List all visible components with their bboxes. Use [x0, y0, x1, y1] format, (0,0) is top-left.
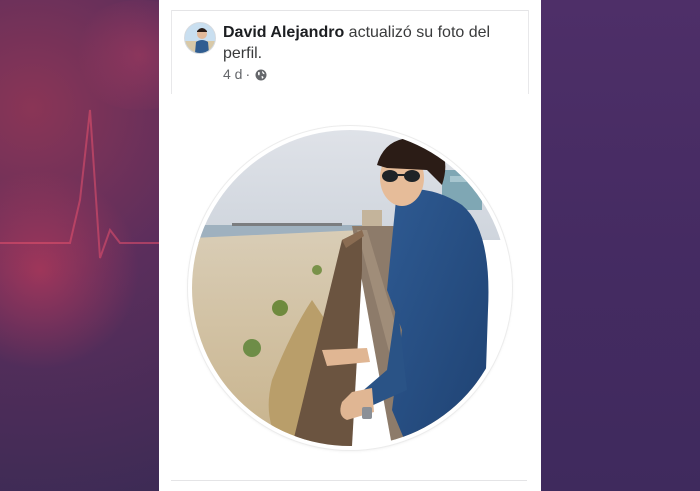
post-card: David Alejandro actualizó su foto del pe…: [159, 0, 541, 491]
avatar[interactable]: [184, 22, 216, 54]
post-footer-divider: [171, 480, 527, 491]
background-left: [0, 0, 160, 491]
profile-photo-frame[interactable]: [188, 126, 512, 450]
background-right: [541, 0, 700, 491]
meta-separator: ·: [245, 66, 251, 82]
post-meta: 4 d ·: [223, 66, 267, 82]
post-headline: David Alejandro actualizó su foto del pe…: [223, 22, 515, 64]
profile-photo[interactable]: [192, 130, 508, 446]
heartbeat-line-icon: [0, 109, 160, 259]
avatar-icon: [185, 23, 215, 53]
author-name-link[interactable]: David Alejandro: [223, 24, 344, 41]
post-header: David Alejandro actualizó su foto del pe…: [171, 10, 529, 94]
globe-icon[interactable]: [255, 68, 267, 81]
post-timestamp[interactable]: 4 d: [223, 66, 242, 82]
